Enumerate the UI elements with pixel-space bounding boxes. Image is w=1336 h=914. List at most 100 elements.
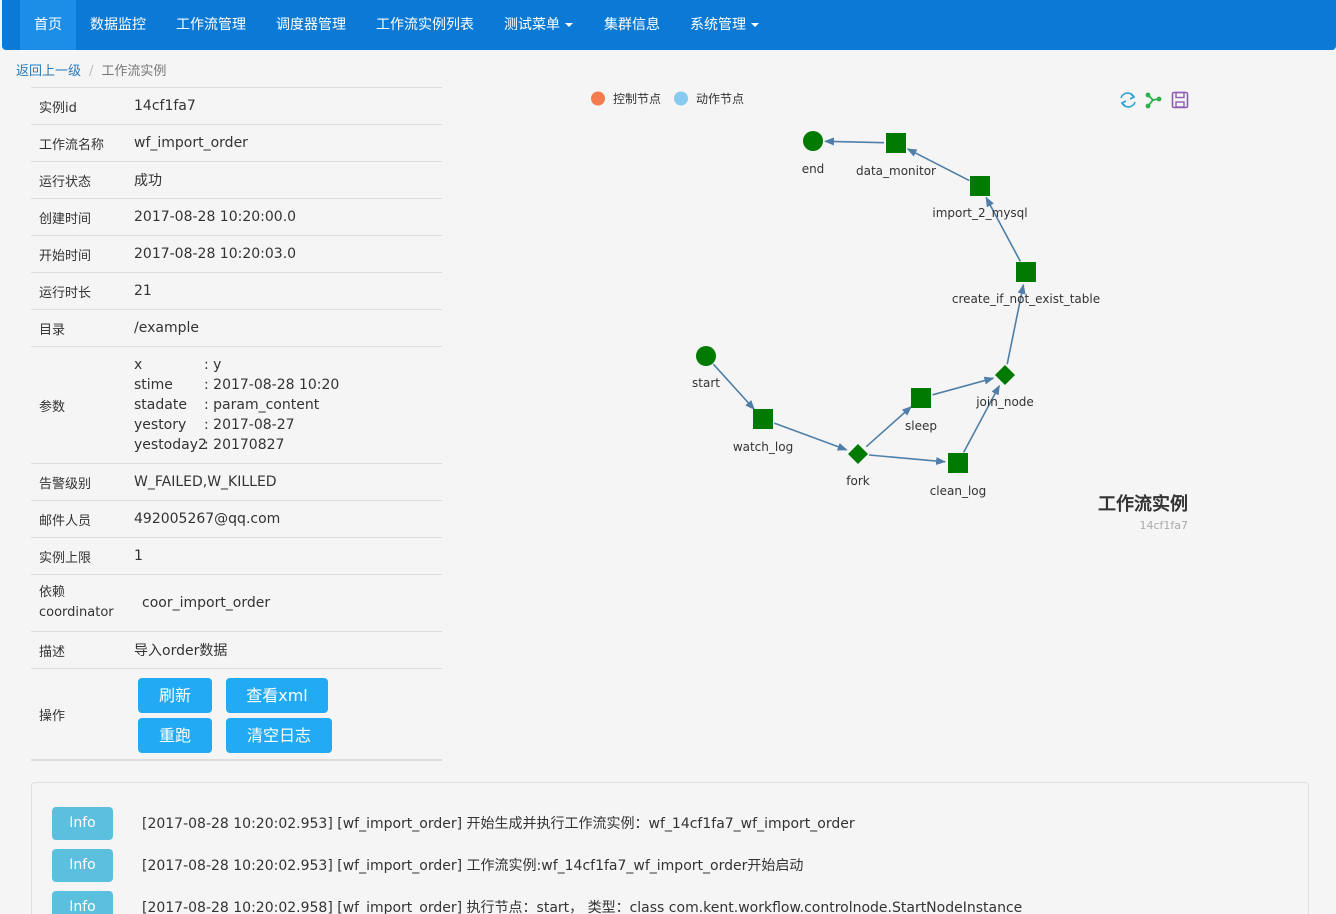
info-value: 成功 (134, 173, 162, 189)
nav-workflow-manage[interactable]: 工作流管理 (176, 0, 246, 50)
param-item: x: y (134, 355, 339, 375)
graph-node-shape[interactable] (753, 409, 773, 429)
nav-scheduler-manage[interactable]: 调度器管理 (276, 0, 346, 50)
top-navbar: 首页 数据监控 工作流管理 调度器管理 工作流实例列表 测试菜单 集群信息 系统… (2, 0, 1336, 50)
info-value: 导入order数据 (134, 643, 228, 659)
info-value: 14cf1fa7 (134, 98, 196, 114)
param-value: : 2017-08-28 10:20 (204, 377, 340, 393)
log-text: [2017-08-28 10:20:02.953] [wf_import_ord… (142, 858, 804, 874)
info-label: 参数 (39, 399, 66, 415)
graph-edge-fork-clean_log (868, 454, 947, 466)
info-label: 告警级别 (39, 476, 92, 492)
info-row-params: 参数 x: y stime : 2017-08-28 10:20 stadate:… (31, 346, 442, 463)
instance-info-table: 实例id 14cf1fa7 工作流名称 wf_import_order 运行状态… (31, 87, 442, 761)
graph-node-shape[interactable] (803, 131, 823, 151)
nav-system-manage-label: 系统管理 (690, 17, 746, 33)
log-entry: Info [2017-08-28 10:20:02.953] [wf_impor… (52, 806, 855, 840)
info-label: 依赖 coordinator (31, 575, 126, 631)
caret-down-icon (751, 23, 759, 27)
info-row-create-time: 创建时间 2017-08-28 10:20:00.0 (31, 198, 442, 235)
legend-action-dot[interactable] (674, 91, 688, 106)
info-value: /example (134, 320, 199, 336)
info-label: 实例上限 (39, 550, 92, 566)
info-value: 492005267@qq.com (134, 511, 281, 527)
graph-node-shape[interactable] (696, 346, 716, 366)
nav-test-menu-label: 测试菜单 (504, 17, 560, 33)
info-label: 开始时间 (39, 248, 92, 264)
param-value: : 2017-08-27 (204, 417, 295, 433)
graph-node-join_node[interactable]: join_node (975, 365, 1034, 409)
info-row-mail: 邮件人员 492005267@qq.com (31, 500, 442, 537)
legend-control-dot[interactable] (591, 91, 605, 106)
graph-title: 工作流实例 (1098, 493, 1188, 515)
caret-down-icon (565, 23, 573, 27)
param-key: stime (134, 377, 173, 393)
save-icon[interactable] (1171, 91, 1189, 109)
info-row-workflow-name: 工作流名称 wf_import_order (31, 124, 442, 161)
legend-control-label[interactable]: 控制节点 (613, 92, 661, 106)
graph-node-import_2_mysql[interactable]: import_2_mysql (932, 176, 1028, 220)
param-key: yestoday2 (134, 437, 207, 453)
dep-label-line2: coordinator (39, 605, 114, 620)
graph-node-shape[interactable] (848, 444, 868, 464)
graph-node-shape[interactable] (948, 453, 968, 473)
graph-node-label: import_2_mysql (932, 206, 1027, 220)
graph-node-shape[interactable] (995, 365, 1015, 385)
graph-node-shape[interactable] (886, 133, 906, 153)
param-item: stime : 2017-08-28 10:20 (134, 375, 339, 395)
info-label: 实例id (39, 100, 77, 116)
graph-node-label: fork (846, 474, 870, 488)
nav-system-manage[interactable]: 系统管理 (690, 0, 759, 50)
graph-node-label: create_if_not_exist_table (952, 292, 1100, 306)
view-xml-button[interactable]: 查看xml (226, 678, 328, 713)
breadcrumb-separator: / (89, 64, 94, 79)
param-item: yestory: 2017-08-27 (134, 415, 339, 435)
graph-nodes: start watch_logfork sleep clean_log join_nod… (692, 131, 1100, 498)
graph-node-label: clean_log (930, 484, 987, 498)
graph-node-shape[interactable] (1016, 262, 1036, 282)
log-level-badge: Info (52, 890, 113, 914)
info-value: coor_import_order (142, 595, 271, 611)
graph-node-label: end (802, 162, 825, 176)
nav-test-menu[interactable]: 测试菜单 (504, 0, 573, 50)
info-label: 邮件人员 (39, 513, 92, 529)
graph-subtitle: 14cf1fa7 (1139, 519, 1188, 532)
graph-node-create_if_not_exist_table[interactable]: create_if_not_exist_table (952, 262, 1100, 306)
legend-action-label[interactable]: 动作节点 (696, 92, 744, 106)
refresh-icon[interactable] (1120, 92, 1136, 108)
graph-node-fork[interactable]: fork (846, 444, 870, 488)
nav-cluster-info[interactable]: 集群信息 (604, 0, 660, 50)
graph-node-label: watch_log (733, 440, 793, 454)
info-row-description: 描述 导入order数据 (31, 631, 442, 668)
graph-node-sleep[interactable]: sleep (905, 388, 937, 433)
params-value: x: y stime: 2017-08-28 10:20 stadate: pa… (126, 347, 442, 463)
nav-home[interactable]: 首页 (20, 0, 76, 50)
graph-node-label: start (692, 376, 720, 390)
info-value: 2017-08-28 10:20:03.0 (134, 246, 297, 262)
graph-edge-data_monitor-end (823, 137, 885, 146)
log-entry: Info [2017-08-28 10:20:02.958] [wf_impor… (52, 890, 1022, 914)
info-value: 1 (134, 548, 143, 564)
log-entry: Info [2017-08-28 10:20:02.953] [wf_impor… (52, 848, 803, 882)
log-panel: Info [2017-08-28 10:20:02.953] [wf_impor… (31, 782, 1309, 914)
graph-node-shape[interactable] (970, 176, 990, 196)
clear-log-button[interactable]: 清空日志 (226, 718, 332, 753)
graph-layout-icon[interactable] (1145, 92, 1162, 109)
graph-node-label: join_node (975, 395, 1034, 409)
graph-node-label: data_monitor (856, 164, 936, 178)
nav-data-monitor[interactable]: 数据监控 (90, 0, 146, 50)
refresh-button[interactable]: 刷新 (138, 678, 212, 713)
nav-workflow-instances[interactable]: 工作流实例列表 (376, 0, 474, 50)
param-key: stadate (134, 397, 187, 413)
graph-node-shape[interactable] (911, 388, 931, 408)
info-row-instance-limit: 实例上限 1 (31, 537, 442, 574)
workflow-graph-svg: 控制节点 动作节点 startwatch_logforksleepclean_l (591, 91, 1189, 532)
breadcrumb-back-link[interactable]: 返回上一级 (16, 64, 81, 79)
graph-node-end[interactable]: end (802, 131, 825, 176)
info-label: 创建时间 (39, 211, 92, 227)
graph-node-watch_log[interactable]: watch_log (733, 409, 793, 454)
graph-node-clean_log[interactable]: clean_log (930, 453, 987, 498)
graph-node-data_monitor[interactable]: data_monitor (856, 133, 936, 178)
params-list: x: y stime: 2017-08-28 10:20 stadate: pa… (134, 355, 339, 455)
rerun-button[interactable]: 重跑 (138, 718, 212, 753)
